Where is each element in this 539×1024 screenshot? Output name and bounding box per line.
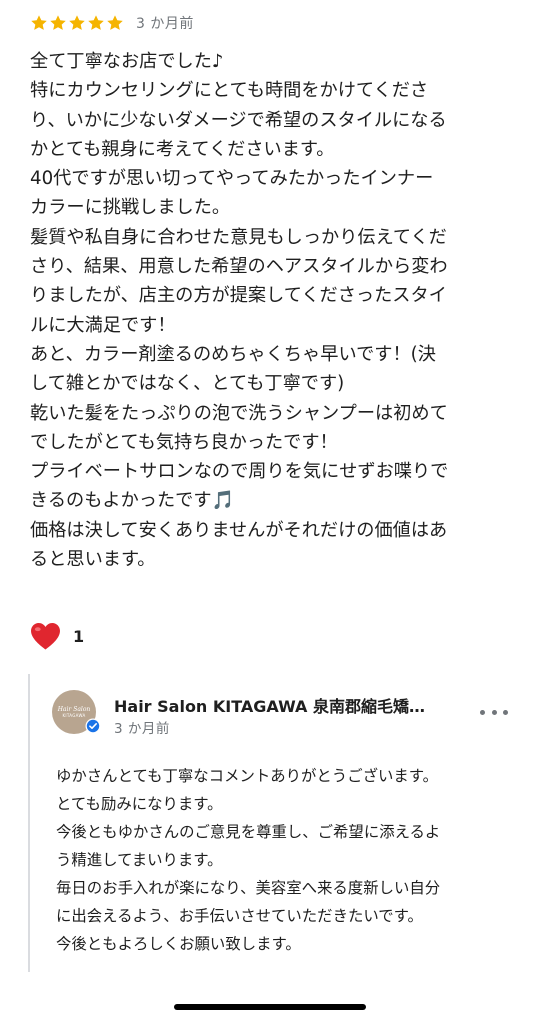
review-text-line: プライベートサロンなので周りを気にせずお喋りで [30, 461, 449, 483]
more-dot-icon [491, 709, 497, 715]
review-text-line: 価格は決して安くありませんがそれだけの価値はあ [30, 519, 448, 541]
star-rating [30, 14, 124, 32]
reply-text-line: 毎日のお手入れが楽になり、美容室へ来る度新しい自分 [56, 879, 441, 897]
like-button[interactable]: 1 [30, 620, 84, 652]
like-count: 1 [73, 626, 85, 646]
review-text-line: 全て丁寧なお店でした♪ [30, 51, 224, 72]
review-text-line: して雑とかではなく、とても丁寧です) [30, 373, 345, 395]
owner-reply-date: 3 か月前 [114, 721, 170, 737]
review-text: 全て丁寧なお店でした♪ 特にカウンセリングにとても時間をかけてくださ り、いかに… [30, 47, 526, 574]
reply-text-line: に出会えるよう、お手伝いさせていただきたいです。 [56, 907, 423, 925]
more-options-button[interactable] [480, 704, 508, 720]
review-text-line: 特にカウンセリングにとても時間をかけてくださ [30, 80, 429, 102]
review-text-line: 40代ですが思い切ってやってみたかったインナー [30, 168, 434, 190]
review-text-line: さり、結果、用意した希望のヘアスタイルから変わ [30, 256, 448, 278]
review-text-line: りましたが、店主の方が提案してくださったスタイ [30, 285, 447, 307]
review-date: 3 か月前 [136, 16, 194, 32]
heart-icon [31, 622, 60, 650]
owner-name[interactable]: Hair Salon KITAGAWA 泉南郡縮毛矯… [114, 693, 464, 717]
reply-text-line: 今後ともゆかさんのご意見を尊重し、ご希望に添えるよ [56, 823, 441, 841]
home-indicator[interactable] [174, 1004, 366, 1010]
review-text-line: かとても親身に考えてくださいます。 [30, 138, 335, 160]
review-text-line: でしたがとても気持ち良かったです！ [30, 431, 338, 453]
reply-text-line: ゆかさんとても丁寧なコメントありがとうございます。 [56, 767, 438, 785]
review-text-line: カラーに挑戦しました。 [30, 197, 231, 219]
owner-reply-text: ゆかさんとても丁寧なコメントありがとうございます。 とても励みになります。 今後… [56, 762, 516, 958]
reply-indent-bar [28, 674, 30, 972]
review-text-line: り、いかに少ないダメージで希望のスタイルになる [30, 109, 447, 131]
review-text-line: きるのもよかったです🎵 [30, 490, 235, 512]
review-text-line: ると思います。 [30, 549, 156, 571]
reply-text-line: とても励みになります。 [56, 795, 223, 813]
star-icon [50, 15, 66, 30]
review-text-line: あと、カラー剤塗るのめちゃくちゃ早いです！(決 [30, 343, 436, 365]
star-icon [69, 15, 85, 30]
more-dot-icon [480, 709, 485, 715]
more-dot-icon [503, 709, 508, 715]
review-text-line: 乾いた髪をたっぷりの泡で洗うシャンプーは初めて [30, 402, 448, 424]
avatar-logo-brand: KITAGAWA [62, 713, 86, 718]
star-icon [107, 15, 123, 30]
review-text-line: 髪質や私自身に合わせた意見もしっかり伝えてくだ [30, 226, 447, 248]
reply-text-line: う精進してまいります。 [56, 851, 223, 869]
review-text-line: ルに大満足です！ [30, 314, 176, 336]
owner-reply: Hair Salon KITAGAWA Hair Salon KITAGAWA … [28, 674, 518, 972]
reply-text-line: 今後ともよろしくお願い致します。 [56, 935, 301, 953]
avatar-logo-script: Hair Salon [57, 706, 91, 713]
star-icon [88, 15, 104, 30]
star-icon [31, 15, 47, 30]
verified-badge-icon [85, 718, 101, 734]
review-rating-row: 3 か月前 [30, 12, 194, 34]
